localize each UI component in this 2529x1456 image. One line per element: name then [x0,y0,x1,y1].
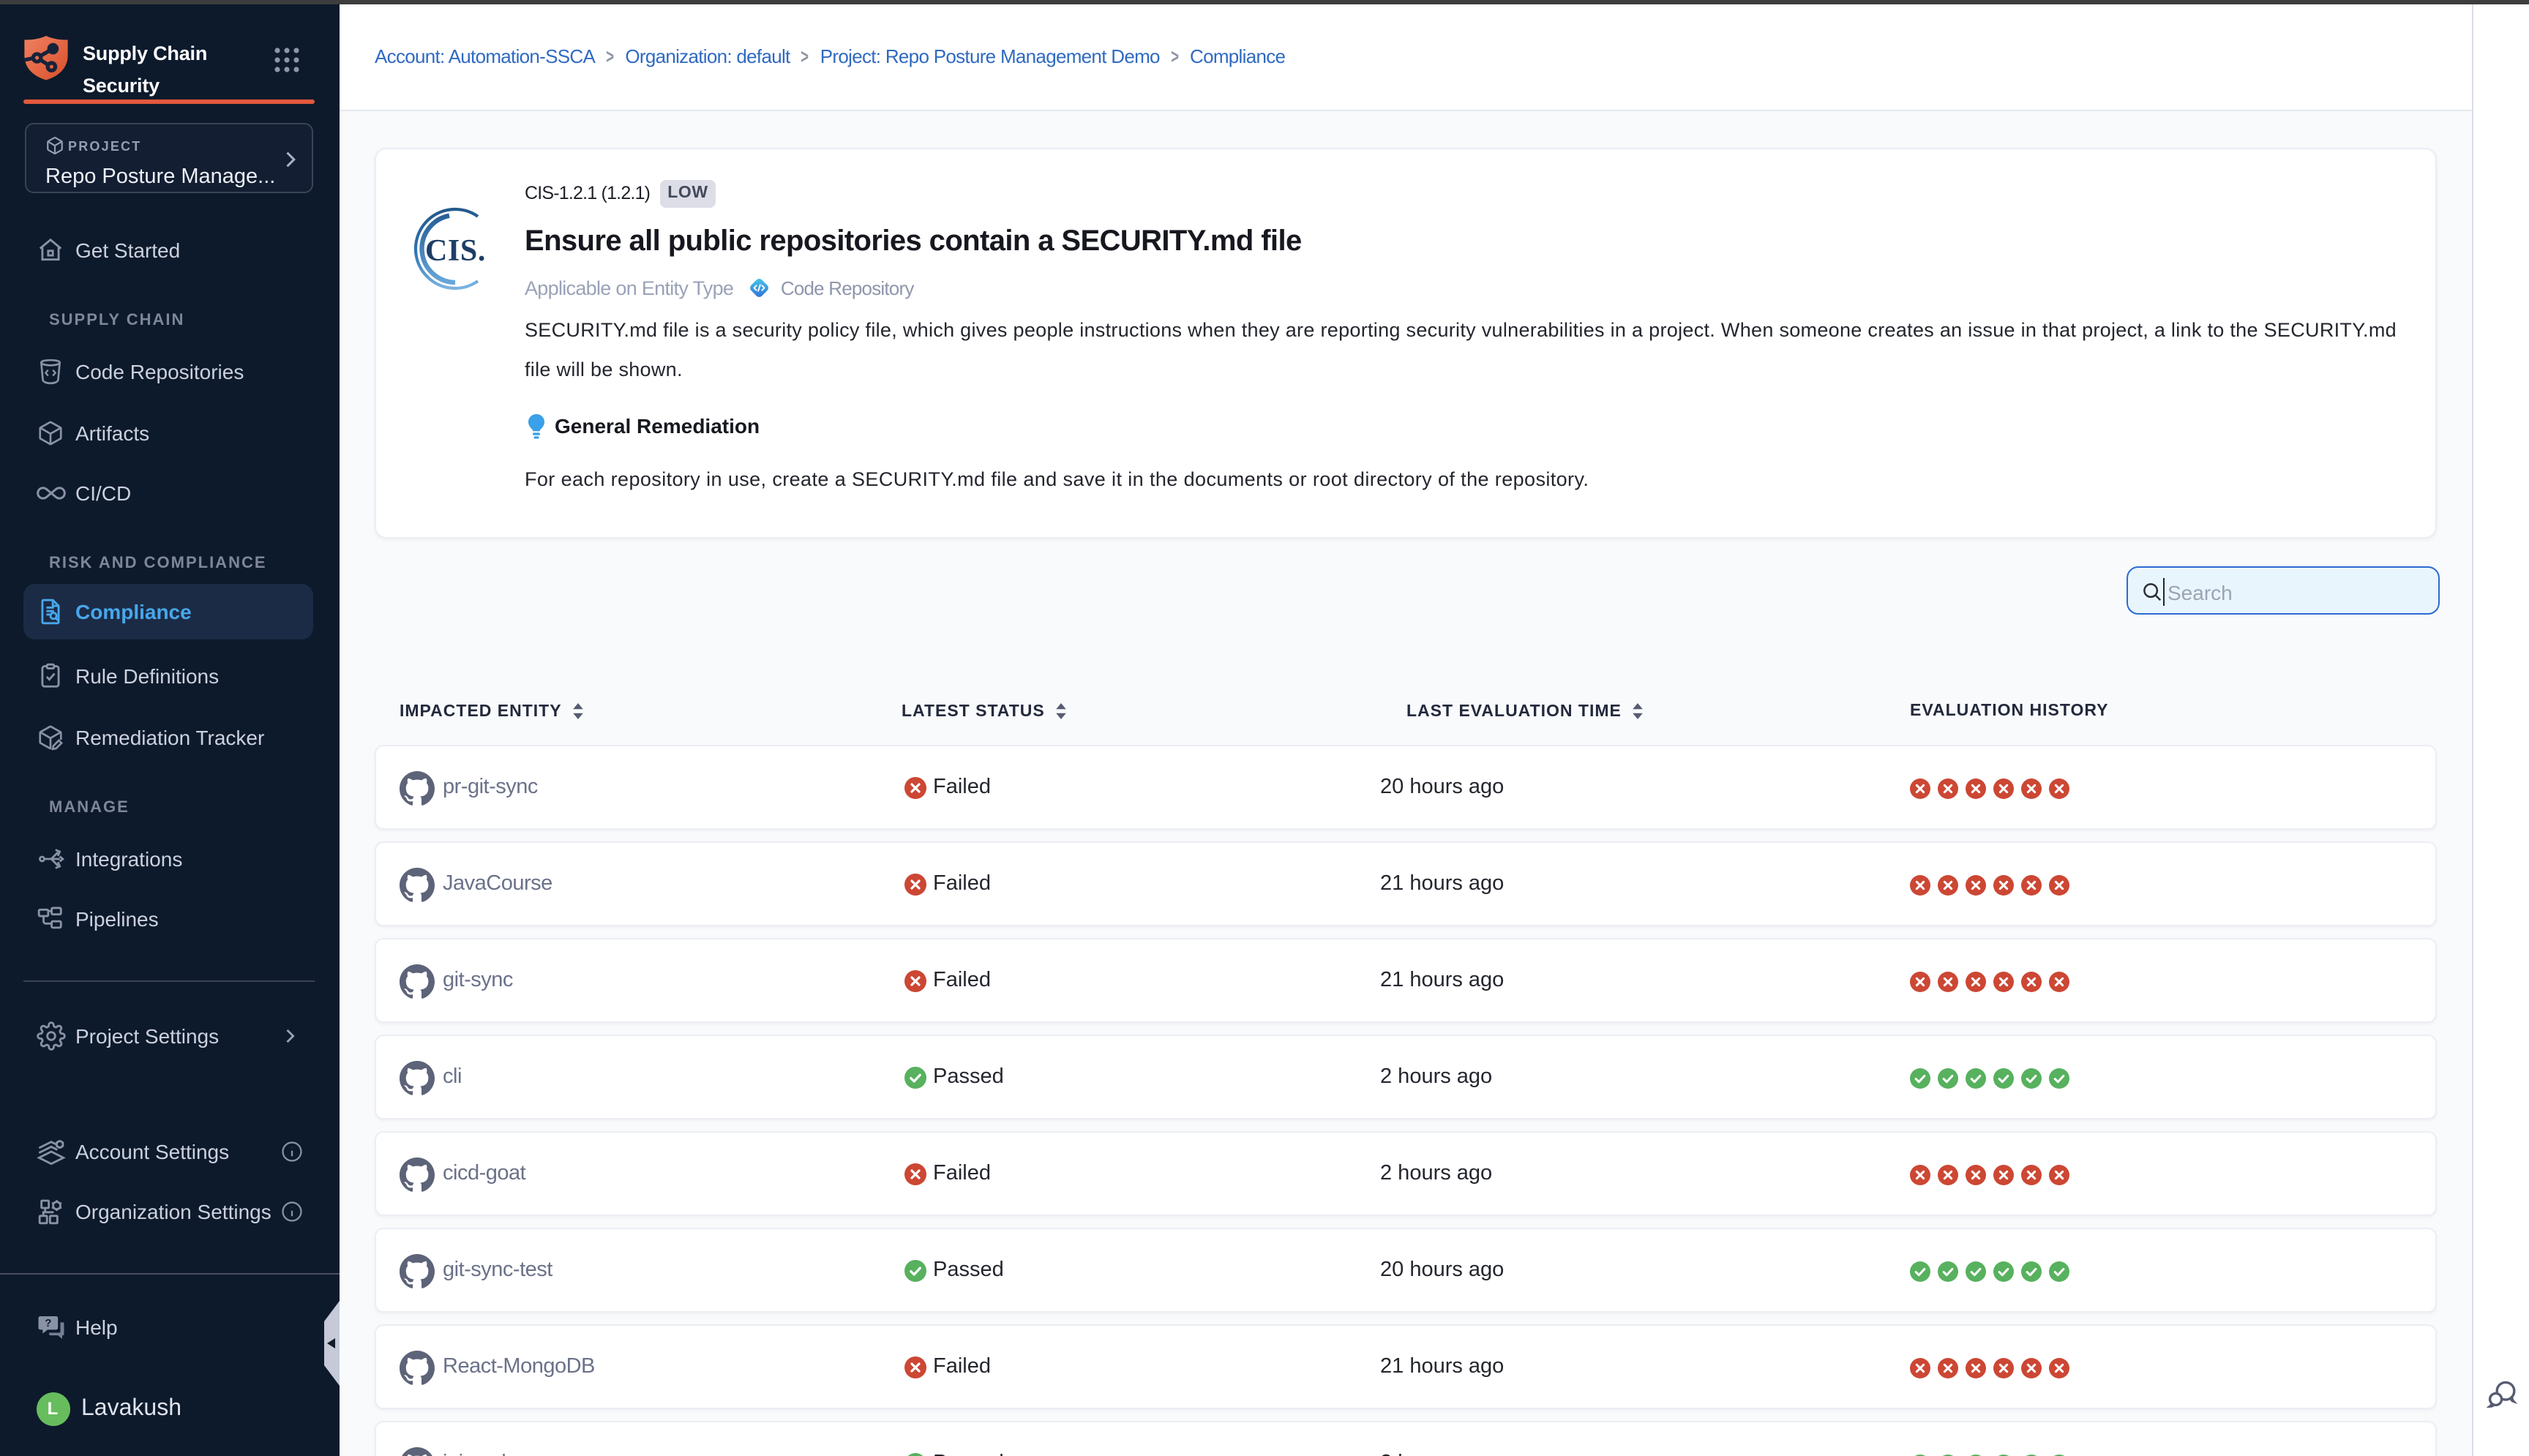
svg-text:?: ? [44,1317,50,1329]
svg-text:CIS.: CIS. [425,234,486,268]
